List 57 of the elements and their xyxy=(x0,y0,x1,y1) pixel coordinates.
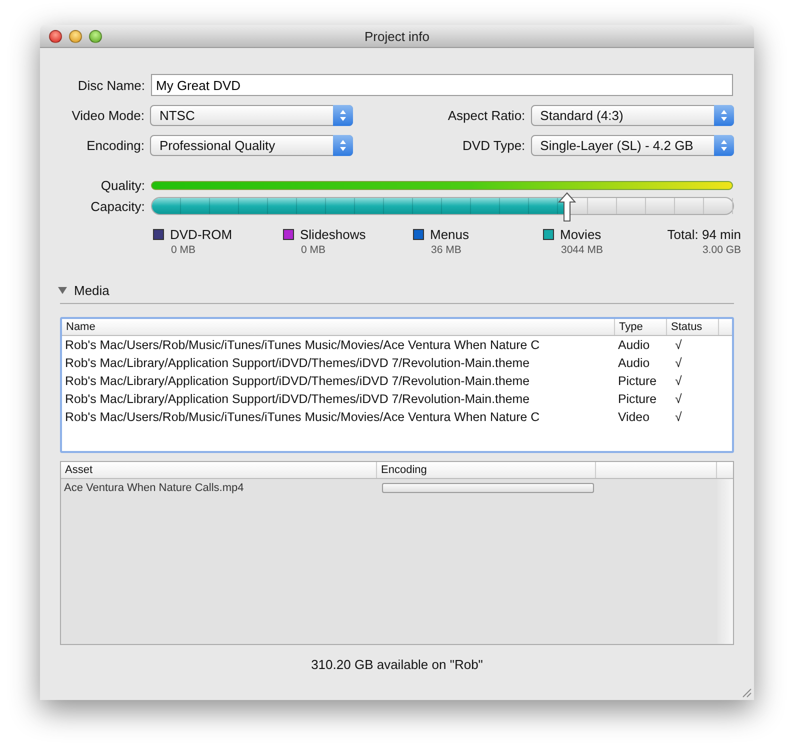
table-cell-text: √ xyxy=(674,392,683,406)
aspect-ratio-popup[interactable]: Standard (4:3) xyxy=(531,104,734,126)
disclosure-triangle-icon[interactable] xyxy=(58,286,67,295)
scrollbar[interactable] xyxy=(717,479,733,644)
column-header[interactable]: Name xyxy=(62,319,615,335)
window-title: Project info xyxy=(363,28,431,44)
legend-label: Movies xyxy=(560,227,602,242)
table-cell-text: Rob's Mac/Library/Application Support/iDVD/Themes/iDVD 7/Revolution-Main.theme xyxy=(64,356,530,370)
table-cell-text: √ xyxy=(674,338,683,352)
legend-size: 36 MB xyxy=(431,244,462,256)
quality-label: Quality: xyxy=(100,178,146,192)
capacity-label: Capacity: xyxy=(90,198,146,214)
table-cell-text: Picture xyxy=(617,392,658,406)
stepper-icon xyxy=(333,104,354,126)
table-cell-text: √ xyxy=(674,374,683,388)
legend-size: 0 MB xyxy=(171,244,197,256)
column-header[interactable]: Encoding xyxy=(377,462,596,478)
legend-label: Slideshows xyxy=(300,227,366,242)
field-label: DVD Type: xyxy=(462,138,526,152)
table-cell-text: Video xyxy=(617,410,650,424)
field-label: Video Mode: xyxy=(70,108,146,122)
table-cell-text: Rob's Mac/Users/Rob/Music/iTunes/iTunes Music/Movies/Ace Ventura When Nature C xyxy=(64,410,541,424)
total-size: 3.00 GB xyxy=(702,244,741,256)
minimize-button[interactable] xyxy=(69,30,82,42)
capacity-marker-icon xyxy=(558,192,576,222)
field-label: Disc Name: xyxy=(76,78,146,92)
legend-size: 3044 MB xyxy=(561,244,604,256)
table-cell-text: Audio xyxy=(617,338,651,352)
legend-label: DVD-ROM xyxy=(170,227,232,242)
table-cell-text: Rob's Mac/Library/Application Support/iDVD/Themes/iDVD 7/Revolution-Main.theme xyxy=(64,374,530,388)
table-cell-text: Picture xyxy=(617,374,658,388)
table-cell-text: √ xyxy=(674,356,683,370)
resize-grip-icon[interactable] xyxy=(742,688,752,698)
table-cell-text: Audio xyxy=(617,356,651,370)
section-label: Media xyxy=(74,283,110,298)
stepper-icon xyxy=(714,134,734,156)
column-header[interactable]: Type xyxy=(615,319,667,335)
zoom-button[interactable] xyxy=(89,30,102,42)
table-cell-text: Rob's Mac/Users/Rob/Music/iTunes/iTunes Music/Movies/Ace Ventura When Nature C xyxy=(64,338,541,352)
disc-name-field[interactable]: My Great DVD xyxy=(151,74,733,96)
table-cell-text: Rob's Mac/Library/Application Support/iDVD/Themes/iDVD 7/Revolution-Main.theme xyxy=(64,392,530,406)
table-cell-text: √ xyxy=(674,410,683,424)
field-label: Aspect Ratio: xyxy=(446,108,526,122)
column-header[interactable]: Status xyxy=(667,319,719,335)
dvd-type-popup[interactable]: Single-Layer (SL) - 4.2 GB xyxy=(531,134,734,156)
field-label: Encoding: xyxy=(86,138,146,152)
legend-label: Menus xyxy=(430,227,470,242)
close-button[interactable] xyxy=(49,30,62,42)
video-mode-popup[interactable]: NTSC xyxy=(150,104,354,126)
total-duration: Total: 94 min xyxy=(667,227,741,242)
stepper-icon xyxy=(333,134,354,156)
encoding-popup[interactable]: Professional Quality xyxy=(150,134,354,156)
table-cell-text: Ace Ventura When Nature Calls.mp4 xyxy=(63,482,245,494)
stepper-icon xyxy=(714,104,734,126)
column-header[interactable]: Asset xyxy=(61,462,377,478)
status-text: 310.20 GB available on "Rob" xyxy=(310,657,484,672)
legend-size: 0 MB xyxy=(301,244,327,256)
